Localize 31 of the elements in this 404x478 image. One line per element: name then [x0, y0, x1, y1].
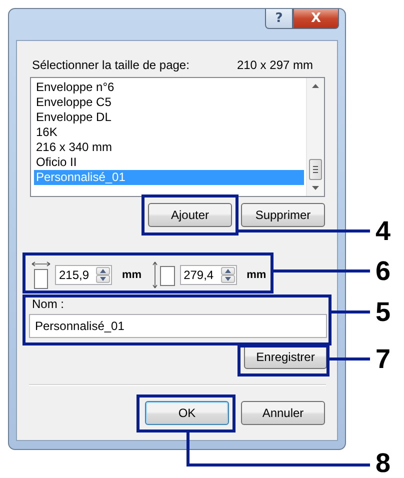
list-item[interactable]: 216 x 340 mm — [34, 140, 304, 155]
ok-button[interactable]: OK — [145, 401, 229, 425]
list-item[interactable]: 16K — [34, 125, 304, 140]
cancel-button[interactable]: Annuler — [241, 401, 325, 425]
callout-number: 8 — [374, 449, 392, 477]
scroll-thumb[interactable] — [309, 159, 322, 180]
callout-number: 6 — [374, 257, 392, 285]
scroll-up-icon[interactable] — [312, 84, 319, 88]
page-size-label: Sélectionner la taille de page: — [32, 58, 190, 72]
width-icon — [31, 261, 51, 289]
list-item[interactable]: Enveloppe n°6 — [34, 80, 304, 95]
leader-line — [330, 310, 370, 314]
leader-line — [328, 358, 370, 360]
help-button[interactable]: ? — [265, 9, 293, 29]
close-button[interactable]: X — [293, 9, 339, 29]
height-icon — [152, 261, 176, 289]
list-item[interactable]: Enveloppe DL — [34, 110, 304, 125]
unit-label: mm — [122, 269, 142, 281]
callout-number: 4 — [374, 217, 392, 245]
name-field[interactable]: Personnalisé_01 — [29, 314, 327, 338]
scroll-down-icon[interactable] — [312, 186, 319, 190]
scrollbar[interactable] — [306, 78, 324, 196]
add-button[interactable]: Ajouter — [148, 203, 232, 227]
callout-number: 5 — [374, 298, 392, 326]
name-label: Nom : — [32, 297, 66, 311]
callout-number: 7 — [374, 345, 392, 373]
list-item[interactable]: Enveloppe C5 — [34, 95, 304, 110]
current-size-text: 210 x 297 mm — [236, 58, 313, 72]
unit-label: mm — [246, 269, 266, 281]
delete-button[interactable]: Supprimer — [241, 203, 325, 227]
list-item[interactable]: Oficio II — [34, 155, 304, 170]
